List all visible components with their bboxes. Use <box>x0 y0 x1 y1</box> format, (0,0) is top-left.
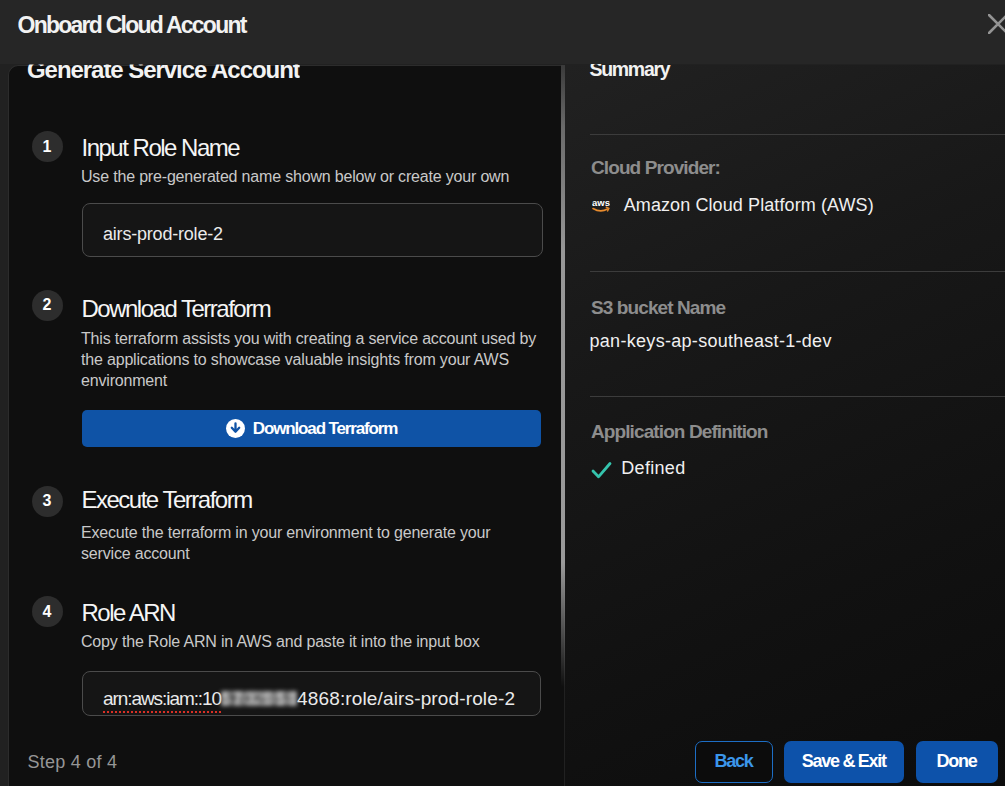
svg-text:aws: aws <box>592 198 610 208</box>
